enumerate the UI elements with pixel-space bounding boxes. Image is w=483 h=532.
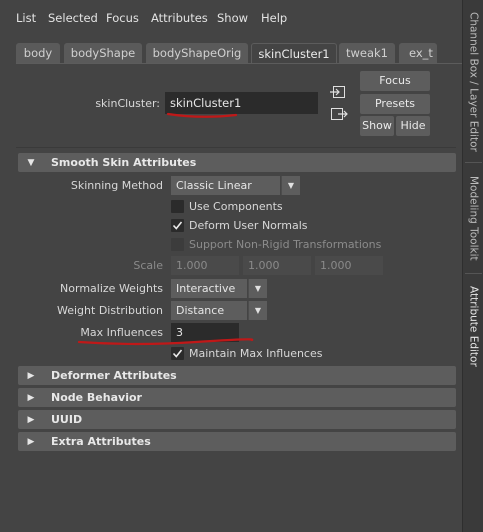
section-extra-attributes[interactable]: ▶ Extra Attributes bbox=[18, 432, 456, 451]
section-deformer-attributes[interactable]: ▶ Deformer Attributes bbox=[18, 366, 456, 385]
expanded-triangle-icon: ▼ bbox=[27, 157, 35, 168]
checkmark-icon bbox=[172, 221, 183, 230]
use-components-label: Use Components bbox=[189, 200, 283, 213]
presets-button[interactable]: Presets bbox=[360, 94, 430, 114]
tab-bodyshapeorig[interactable]: bodyShapeOrig bbox=[146, 43, 248, 63]
node-tab-bar: body bodyShape bodyShapeOrig skinCluster… bbox=[0, 40, 462, 64]
chevron-down-icon[interactable]: ▼ bbox=[281, 176, 300, 195]
maintain-max-influences-label: Maintain Max Influences bbox=[189, 347, 323, 360]
dock-tab-label: Channel Box / Layer Editor bbox=[467, 12, 480, 152]
tab-body[interactable]: body bbox=[16, 43, 60, 63]
menu-bar: List Selected Focus Attributes Show Help bbox=[0, 0, 462, 36]
normalize-weights-label: Normalize Weights bbox=[60, 282, 163, 295]
weight-distribution-label: Weight Distribution bbox=[57, 304, 163, 317]
tab-divider bbox=[16, 63, 462, 64]
collapsed-triangle-icon: ▶ bbox=[27, 392, 35, 403]
dock-tab-modeling-toolkit[interactable]: Modeling Toolkit bbox=[464, 168, 483, 268]
tab-tweak1[interactable]: tweak1 bbox=[339, 43, 395, 63]
normalize-weights-dropdown[interactable]: Interactive bbox=[171, 279, 247, 298]
maintain-max-influences-checkbox[interactable] bbox=[171, 347, 184, 360]
menu-selected[interactable]: Selected bbox=[48, 11, 98, 25]
support-nonrigid-label: Support Non-Rigid Transformations bbox=[189, 238, 382, 251]
select-input-icon[interactable] bbox=[330, 84, 348, 100]
weight-distribution-dropdown[interactable]: Distance bbox=[171, 301, 247, 320]
collapsed-triangle-icon: ▶ bbox=[27, 414, 35, 425]
tab-skincluster1[interactable]: skinCluster1 bbox=[251, 43, 337, 64]
max-influences-field[interactable]: 3 bbox=[171, 323, 239, 342]
section-uuid[interactable]: ▶ UUID bbox=[18, 410, 456, 429]
scale-z-field[interactable]: 1.000 bbox=[315, 256, 383, 275]
checkmark-icon bbox=[172, 349, 183, 358]
section-title: Smooth Skin Attributes bbox=[51, 156, 197, 169]
section-title: UUID bbox=[51, 413, 83, 426]
node-type-label: skinCluster: bbox=[95, 97, 160, 110]
skinning-method-dropdown[interactable]: Classic Linear bbox=[171, 176, 280, 195]
section-title: Deformer Attributes bbox=[51, 369, 177, 382]
node-name-field[interactable]: skinCluster1 bbox=[165, 92, 318, 114]
tab-bodyshape[interactable]: bodyShape bbox=[64, 43, 142, 63]
support-nonrigid-checkbox[interactable] bbox=[171, 238, 184, 251]
collapsed-triangle-icon: ▶ bbox=[27, 370, 35, 381]
scale-y-field[interactable]: 1.000 bbox=[243, 256, 311, 275]
section-title: Node Behavior bbox=[51, 391, 142, 404]
use-components-checkbox[interactable] bbox=[171, 200, 184, 213]
section-title: Extra Attributes bbox=[51, 435, 151, 448]
divider bbox=[16, 147, 456, 148]
tab-ex-t[interactable]: ex_t bbox=[399, 43, 437, 63]
scale-x-field[interactable]: 1.000 bbox=[171, 256, 239, 275]
menu-attributes[interactable]: Attributes bbox=[151, 11, 208, 25]
focus-button[interactable]: Focus bbox=[360, 71, 430, 91]
dock-tab-channel-box[interactable]: Channel Box / Layer Editor bbox=[464, 8, 483, 156]
chevron-down-icon[interactable]: ▼ bbox=[248, 301, 267, 320]
dock-divider bbox=[465, 162, 482, 163]
menu-list[interactable]: List bbox=[16, 11, 36, 25]
menu-help[interactable]: Help bbox=[261, 11, 287, 25]
max-influences-label: Max Influences bbox=[80, 326, 163, 339]
chevron-down-icon[interactable]: ▼ bbox=[248, 279, 267, 298]
show-button[interactable]: Show bbox=[360, 116, 394, 136]
dock-tab-label: Modeling Toolkit bbox=[467, 175, 480, 261]
right-dock-strip: Channel Box / Layer Editor Modeling Tool… bbox=[462, 0, 483, 532]
select-output-icon[interactable] bbox=[330, 106, 348, 122]
dock-tab-attribute-editor[interactable]: Attribute Editor bbox=[464, 280, 483, 372]
hide-button[interactable]: Hide bbox=[396, 116, 430, 136]
collapsed-triangle-icon: ▶ bbox=[27, 436, 35, 447]
skinning-method-label: Skinning Method bbox=[70, 179, 163, 192]
deform-user-normals-checkbox[interactable] bbox=[171, 219, 184, 232]
scale-label: Scale bbox=[133, 259, 163, 272]
dock-tab-label: Attribute Editor bbox=[467, 285, 480, 367]
dock-divider bbox=[465, 273, 482, 274]
section-smooth-skin-attributes[interactable]: ▼ Smooth Skin Attributes bbox=[18, 153, 456, 172]
menu-focus[interactable]: Focus bbox=[106, 11, 139, 25]
menu-show[interactable]: Show bbox=[217, 11, 248, 25]
section-node-behavior[interactable]: ▶ Node Behavior bbox=[18, 388, 456, 407]
deform-user-normals-label: Deform User Normals bbox=[189, 219, 308, 232]
